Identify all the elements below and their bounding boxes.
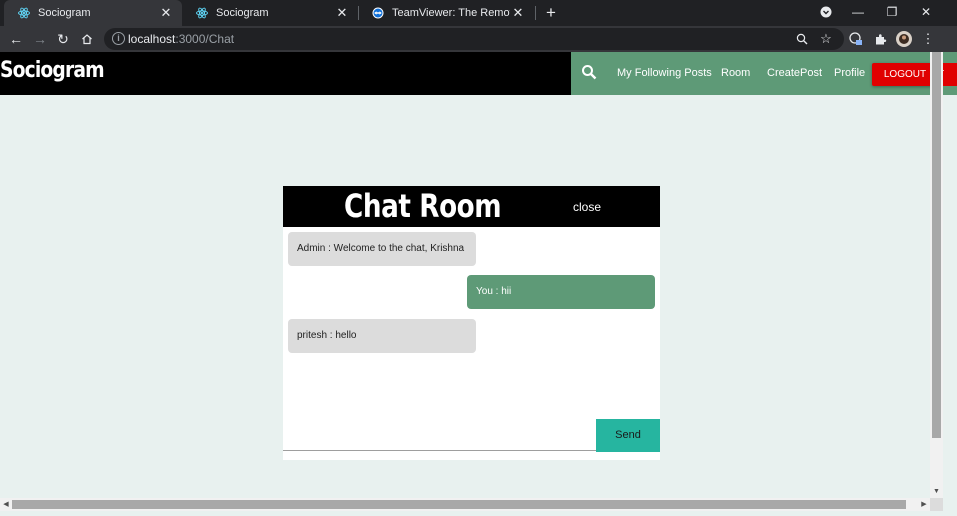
app-navbar: Sociogram My Following Posts Room Create… <box>0 52 957 95</box>
extensions-puzzle-icon[interactable] <box>870 29 890 49</box>
zoom-icon[interactable] <box>792 29 812 49</box>
logout-button[interactable]: LOGOUT <box>872 63 938 86</box>
nav-menu: My Following Posts Room CreatePost Profi… <box>571 52 957 95</box>
scroll-down-icon[interactable]: ▼ <box>930 485 943 498</box>
nav-link-profile[interactable]: Profile <box>834 67 865 79</box>
browser-tab-2[interactable]: Sociogram ✕ <box>182 0 358 26</box>
tab-title: TeamViewer: The Remote Deskto <box>392 7 510 19</box>
chat-title: Chat Room <box>344 187 502 225</box>
tab-close-icon[interactable]: ✕ <box>158 5 174 21</box>
address-bar[interactable]: i localhost:3000/Chat ☆ <box>104 28 844 50</box>
nav-link-create-post[interactable]: CreatePost <box>767 67 822 79</box>
tab-divider <box>535 6 536 20</box>
nav-link-following-posts[interactable]: My Following Posts <box>617 67 712 79</box>
extension-icon[interactable] <box>846 29 866 49</box>
chat-message-you: You : hii <box>467 275 655 309</box>
vertical-scroll-thumb[interactable] <box>932 52 941 438</box>
restore-icon[interactable]: ❐ <box>882 2 902 22</box>
react-icon <box>196 7 208 19</box>
reload-icon[interactable]: ↻ <box>53 29 73 49</box>
url-path: :3000/Chat <box>175 32 235 46</box>
react-icon <box>18 7 30 19</box>
scroll-left-icon[interactable]: ◀ <box>0 498 12 511</box>
minimize-icon[interactable]: — <box>848 2 868 22</box>
home-icon[interactable] <box>77 29 97 49</box>
url-host: localhost <box>128 32 176 46</box>
chat-close-button[interactable]: close <box>573 200 601 214</box>
browser-tab-1[interactable]: Sociogram ✕ <box>4 0 182 26</box>
kebab-menu-icon[interactable]: ⋮ <box>918 29 938 49</box>
tab-close-icon[interactable]: ✕ <box>334 5 350 21</box>
brand-logo[interactable]: Sociogram <box>0 58 105 83</box>
browser-toolbar: ← → ↻ i localhost:3000/Chat ☆ ⋮ <box>0 26 957 52</box>
tab-title: Sociogram <box>216 7 269 19</box>
chat-header: Chat Room close <box>283 186 660 227</box>
browser-tab-strip: Sociogram ✕ Sociogram ✕ TeamViewer: The … <box>0 0 957 26</box>
site-info-icon[interactable]: i <box>112 32 125 45</box>
tab-close-icon[interactable]: ✕ <box>510 5 526 21</box>
page-viewport: Sociogram My Following Posts Room Create… <box>0 52 957 516</box>
teamviewer-icon <box>372 7 384 19</box>
bookmark-star-icon[interactable]: ☆ <box>816 29 836 49</box>
send-button[interactable]: Send <box>596 419 660 452</box>
chat-message-admin: Admin : Welcome to the chat, Krishna <box>288 232 476 266</box>
tab-search-icon[interactable] <box>816 2 836 22</box>
chat-room-panel: Chat Room close Admin : Welcome to the c… <box>283 186 660 460</box>
scrollbar-corner <box>930 498 943 511</box>
forward-arrow-icon[interactable]: → <box>30 29 50 49</box>
scroll-right-icon[interactable]: ▶ <box>918 498 930 511</box>
nav-link-room[interactable]: Room <box>721 67 750 79</box>
horizontal-scroll-thumb[interactable] <box>12 500 906 509</box>
window-close-icon[interactable]: ✕ <box>916 2 936 22</box>
back-arrow-icon[interactable]: ← <box>6 29 26 49</box>
tab-title: Sociogram <box>38 7 91 19</box>
chat-message-pritesh: pritesh : hello <box>288 319 476 353</box>
vertical-scrollbar[interactable]: ▲ ▼ <box>930 52 943 498</box>
horizontal-scrollbar[interactable]: ◀ ▶ <box>0 498 943 511</box>
url-text: localhost:3000/Chat <box>128 32 234 46</box>
message-input[interactable] <box>283 419 596 451</box>
new-tab-button[interactable]: + <box>542 3 560 23</box>
browser-tab-3[interactable]: TeamViewer: The Remote Deskto ✕ <box>358 0 534 26</box>
profile-avatar[interactable] <box>894 29 914 49</box>
search-icon[interactable] <box>581 64 597 80</box>
